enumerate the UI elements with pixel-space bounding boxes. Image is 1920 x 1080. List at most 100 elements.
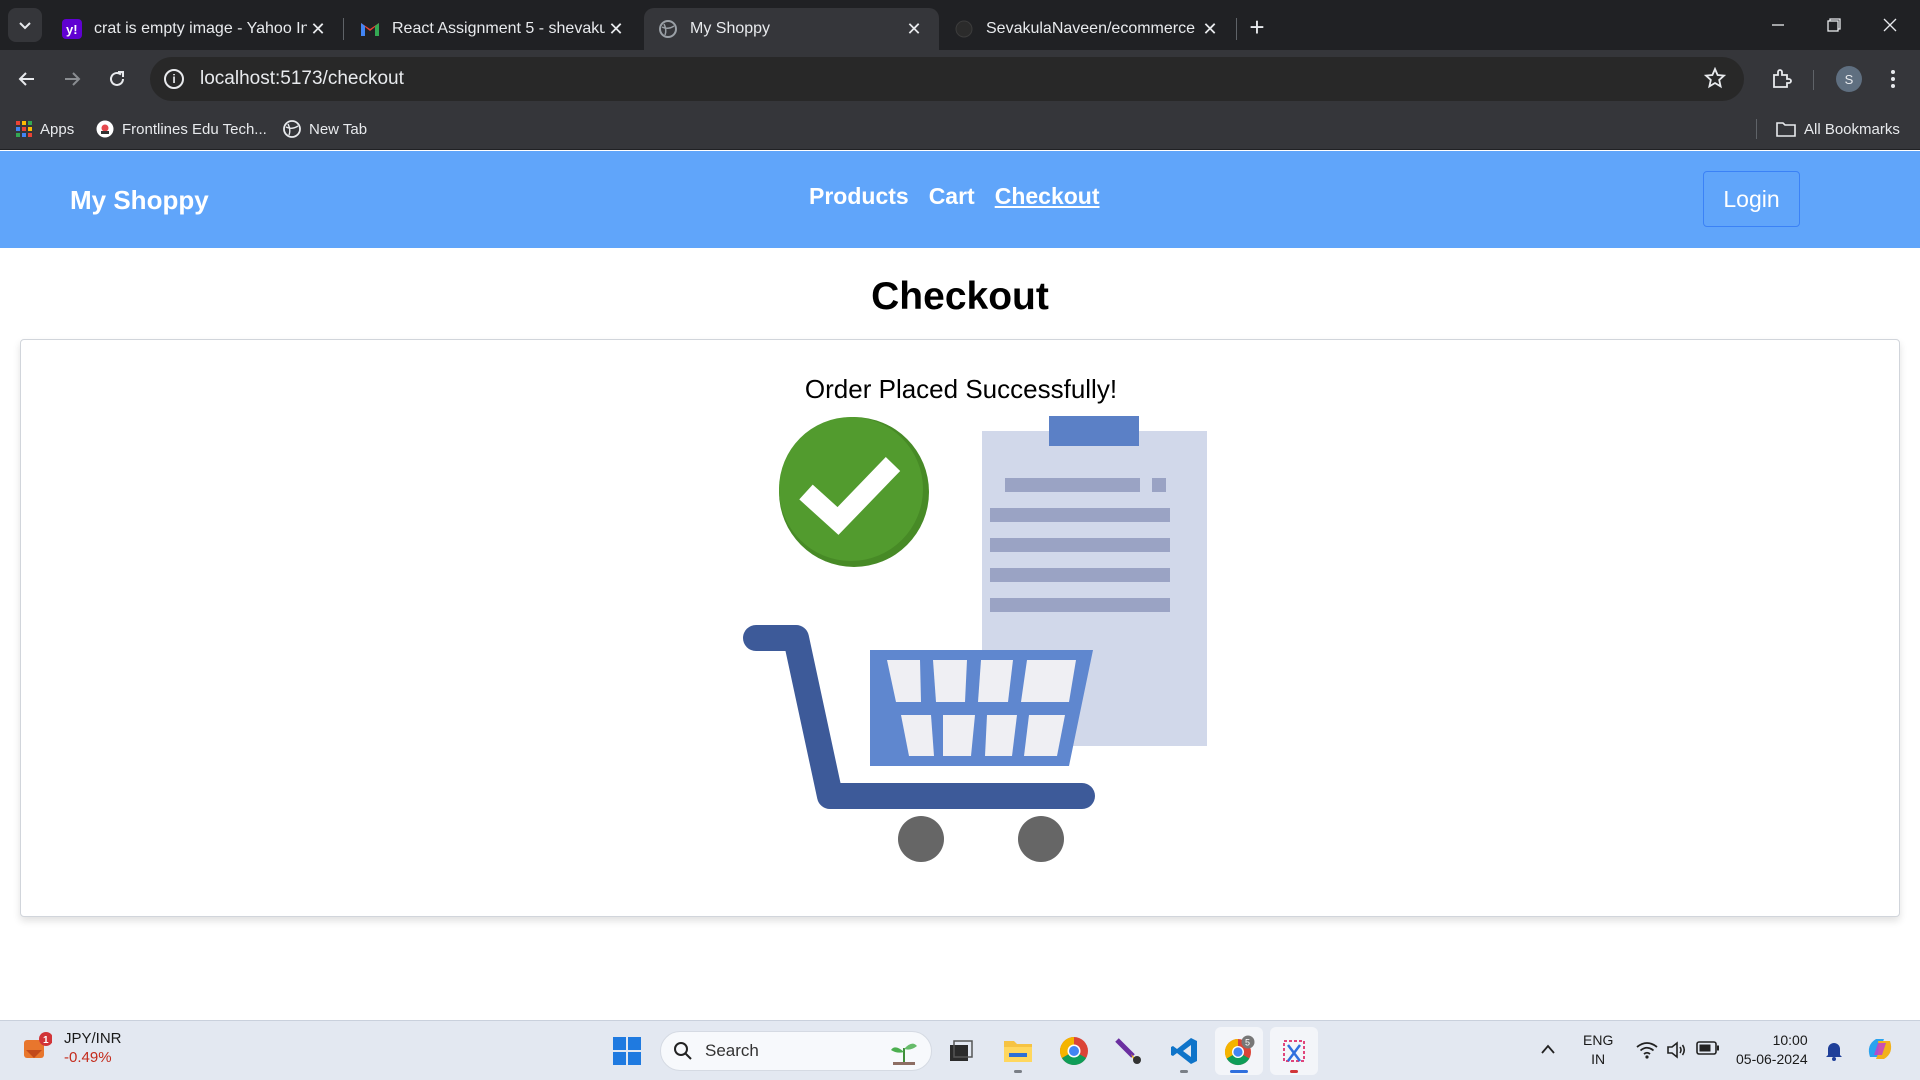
arrow-left-icon xyxy=(18,72,34,86)
order-success-illustration xyxy=(743,416,1207,862)
active-indicator xyxy=(1230,1070,1248,1073)
yahoo-icon: y! xyxy=(62,19,82,39)
chevron-down-icon xyxy=(19,22,31,30)
plant-icon xyxy=(891,1043,917,1065)
speaker-icon xyxy=(1667,1041,1686,1059)
nav-cart[interactable]: Cart xyxy=(929,183,975,210)
nav-checkout[interactable]: Checkout xyxy=(995,183,1100,210)
document-line xyxy=(990,568,1170,582)
tab-search-button[interactable] xyxy=(8,8,42,42)
github-icon xyxy=(954,19,974,39)
bell-icon xyxy=(1826,1043,1842,1061)
url-text: localhost:5173/checkout xyxy=(200,68,404,89)
puzzle-icon xyxy=(1773,69,1792,88)
currency-widget-icon: 1 xyxy=(24,1032,52,1058)
network-button[interactable] xyxy=(1636,1041,1658,1064)
close-tab-icon[interactable]: ✕ xyxy=(605,18,627,40)
address-bar[interactable]: i localhost:5173/checkout xyxy=(150,57,1744,101)
brand-logo[interactable]: My Shoppy xyxy=(70,185,209,216)
wifi-icon xyxy=(1636,1042,1658,1059)
widget-badge: 1 xyxy=(43,1035,49,1046)
restore-button[interactable] xyxy=(1806,0,1862,50)
reload-icon xyxy=(110,71,124,86)
chrome-icon xyxy=(1060,1037,1088,1065)
tab-my-shoppy[interactable]: My Shoppy ✕ xyxy=(644,8,939,50)
copilot-button[interactable] xyxy=(1864,1033,1896,1070)
currency-widget[interactable]: 1 JPY/INR -0.49% xyxy=(20,1029,122,1067)
task-view-button[interactable] xyxy=(937,1027,985,1075)
paint-app[interactable] xyxy=(1104,1027,1152,1075)
nav-products[interactable]: Products xyxy=(809,183,909,210)
volume-button[interactable] xyxy=(1666,1041,1688,1064)
notifications-button[interactable] xyxy=(1825,1041,1843,1066)
tab-title: SevakulaNaveen/ecommerce xyxy=(986,20,1195,37)
clock[interactable]: 10:00 05-06-2024 xyxy=(1736,1031,1808,1069)
tab-title: React Assignment 5 - shevakula xyxy=(392,20,605,37)
folder-icon xyxy=(1776,121,1796,137)
reload-button[interactable] xyxy=(100,62,134,96)
battery-button[interactable] xyxy=(1696,1041,1720,1060)
chrome-app[interactable] xyxy=(1050,1027,1098,1075)
bookmark-frontlines[interactable]: Frontlines Edu Tech... xyxy=(96,116,267,142)
vscode-app[interactable] xyxy=(1160,1027,1208,1075)
success-message: Order Placed Successfully! xyxy=(804,374,1118,404)
bookmarks-bar: Apps Frontlines Edu Tech... New Tab All … xyxy=(0,108,1920,150)
new-tab-button[interactable]: + xyxy=(1242,12,1272,42)
close-tab-icon[interactable]: ✕ xyxy=(1199,18,1221,40)
start-button[interactable] xyxy=(603,1027,651,1075)
folder-icon xyxy=(1004,1041,1032,1062)
windows-icon xyxy=(613,1037,641,1065)
all-bookmarks-label: All Bookmarks xyxy=(1804,120,1900,138)
forward-button[interactable] xyxy=(55,62,89,96)
language-code: ENG xyxy=(1583,1032,1614,1048)
all-bookmarks-button[interactable]: All Bookmarks xyxy=(1776,116,1900,142)
document-line xyxy=(990,508,1170,522)
task-view-icon xyxy=(950,1040,973,1061)
page-title: Checkout xyxy=(871,275,1049,318)
login-button[interactable]: Login xyxy=(1703,171,1800,227)
tab-title: My Shoppy xyxy=(690,20,771,37)
language-indicator[interactable]: ENG IN xyxy=(1583,1031,1613,1069)
chrome-app-active[interactable]: 5 xyxy=(1215,1027,1263,1075)
close-window-button[interactable] xyxy=(1862,0,1918,50)
file-explorer-app[interactable] xyxy=(994,1027,1042,1075)
snipping-tool-icon xyxy=(1283,1040,1305,1062)
minimize-icon xyxy=(1772,24,1784,26)
close-tab-icon[interactable]: ✕ xyxy=(307,18,329,40)
restore-icon xyxy=(1827,18,1841,32)
browser-menu-button[interactable] xyxy=(1876,62,1910,96)
show-hidden-icons-button[interactable] xyxy=(1540,1041,1556,1060)
bookmark-label: Apps xyxy=(40,120,75,138)
apps-grid-icon xyxy=(16,121,32,137)
close-tab-icon[interactable]: ✕ xyxy=(903,18,925,40)
document-line xyxy=(1152,478,1166,492)
chevron-up-icon xyxy=(1541,1044,1555,1054)
site-info-icon[interactable]: i xyxy=(164,69,184,89)
snipping-tool-app[interactable] xyxy=(1270,1027,1318,1075)
currency-pair: JPY/INR xyxy=(64,1030,122,1047)
back-button[interactable] xyxy=(10,62,44,96)
order-confirmation-card: Order Placed Successfully! xyxy=(20,339,1900,917)
bookmark-star-icon[interactable] xyxy=(1703,66,1727,94)
tab-github[interactable]: SevakulaNaveen/ecommerce ✕ xyxy=(940,8,1235,50)
windows-taskbar: 1 JPY/INR -0.49% Search 5 ENG IN 10:00 0… xyxy=(0,1020,1920,1080)
tab-divider xyxy=(343,18,344,40)
taskbar-search[interactable]: Search xyxy=(660,1031,932,1071)
vscode-icon xyxy=(1171,1038,1197,1064)
clock-date: 05-06-2024 xyxy=(1736,1051,1808,1067)
minimize-button[interactable] xyxy=(1750,0,1806,50)
document-line xyxy=(1005,478,1140,492)
bookmark-apps[interactable]: Apps xyxy=(16,116,74,142)
tab-yahoo[interactable]: y! crat is empty image - Yahoo Ind ✕ xyxy=(48,8,343,50)
bookmark-new-tab[interactable]: New Tab xyxy=(283,116,367,142)
running-indicator xyxy=(1180,1070,1188,1073)
extensions-button[interactable] xyxy=(1764,62,1798,96)
profile-avatar[interactable]: S xyxy=(1836,66,1862,92)
gmail-icon xyxy=(360,19,380,39)
chrome-window-count: 5 xyxy=(1245,1038,1250,1048)
tab-divider xyxy=(1236,18,1237,40)
toolbar-divider xyxy=(1813,70,1814,90)
frontlines-icon xyxy=(96,120,114,138)
tab-gmail[interactable]: React Assignment 5 - shevakula ✕ xyxy=(346,8,641,50)
paintbrush-icon xyxy=(1115,1038,1141,1064)
